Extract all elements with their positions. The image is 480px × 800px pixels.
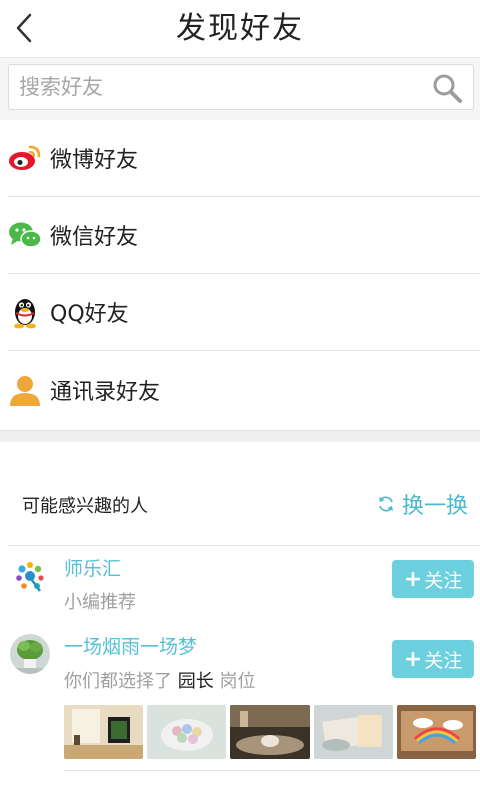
plus-icon: + [403,566,423,592]
wechat-icon [8,218,42,252]
list-item-label: QQ好友 [50,302,129,327]
follow-button[interactable]: + 关注 [392,640,474,678]
person-reason: 你们都选择了 园长 岗位 [64,667,255,693]
search-box [8,64,474,110]
person-reason: 小编推荐 [64,592,136,613]
follow-button[interactable]: + 关注 [392,560,474,598]
top-bar: 发现好友 [0,0,480,58]
contact-person-icon [8,373,42,407]
qq-penguin-icon [8,295,42,329]
plus-icon: + [403,646,423,672]
photo-thumbnail[interactable] [313,705,393,759]
search-icon[interactable] [431,72,463,104]
follow-label: 关注 [424,569,463,592]
avatar[interactable] [10,634,50,674]
list-item-label: 通讯录好友 [50,379,161,405]
photo-thumbnail[interactable] [147,705,227,759]
list-item-wechat-friends[interactable]: 微信好友 [8,197,480,274]
list-item-person: 师乐汇 小编推荐 + 关注 [0,546,480,632]
search-input[interactable] [19,65,419,109]
friend-source-list: 微博好友 微信好友 QQ好友 通讯录好友 [0,120,480,428]
photo-thumbnail[interactable] [64,705,144,759]
list-item-label: 微博好友 [50,148,139,173]
avatar[interactable] [10,556,50,596]
section-divider [0,430,480,442]
weibo-icon [8,141,42,175]
list-item-person: 一场烟雨一场梦 你们都选择了 园长 岗位 + 关注 [0,626,480,706]
refresh-icon [378,496,393,512]
list-item-label: 微信好友 [50,225,139,250]
photo-strip [64,705,480,771]
page-title: 发现好友 [176,11,304,46]
refresh-button[interactable]: 换一换 [376,488,468,520]
recommend-header: 可能感兴趣的人 换一换 [0,480,480,530]
divider [64,770,480,771]
reason-highlight: 园长 [177,671,214,692]
photo-thumbnail[interactable] [230,705,310,759]
search-bar [0,58,480,120]
follow-label: 关注 [424,649,463,672]
reason-prefix: 你们都选择了 [64,671,172,692]
list-item-contacts-friends[interactable]: 通讯录好友 [8,351,480,428]
list-item-weibo-friends[interactable]: 微博好友 [8,120,480,197]
list-item-qq-friends[interactable]: QQ好友 [8,274,480,351]
reason-suffix: 岗位 [219,671,256,692]
photo-thumbnail[interactable] [396,705,477,759]
person-name[interactable]: 师乐汇 [64,554,121,581]
person-name[interactable]: 一场烟雨一场梦 [64,632,197,659]
refresh-label: 换一换 [401,494,468,519]
section-title: 可能感兴趣的人 [22,496,148,517]
